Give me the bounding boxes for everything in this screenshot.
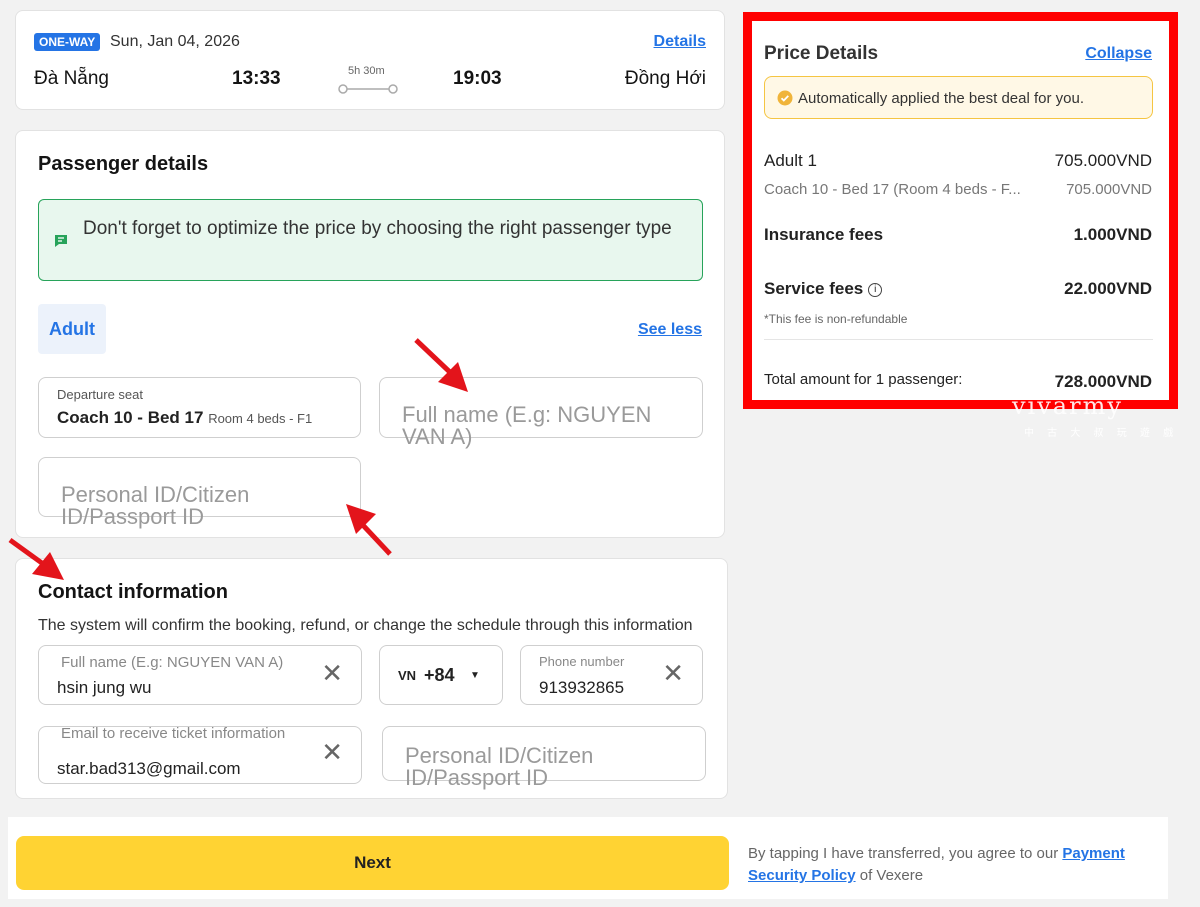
- departure-seat-field[interactable]: Departure seat Coach 10 - Bed 17 Room 4 …: [38, 377, 361, 438]
- passenger-details-card: Passenger details Don't forget to optimi…: [15, 130, 725, 538]
- trip-details-link[interactable]: Details: [654, 33, 706, 51]
- adult-price: 705.000VND: [1054, 151, 1152, 170]
- service-fee-note: *This fee is non-refundable: [764, 312, 908, 326]
- check-circle-icon: [777, 90, 793, 106]
- email-label: Email to receive ticket information: [61, 726, 286, 742]
- service-fees-price: 22.000VND: [1064, 279, 1152, 298]
- tab-adult[interactable]: Adult: [38, 304, 106, 354]
- seat-detail-price: 705.000VND: [1066, 181, 1152, 198]
- clear-name-icon[interactable]: ✕: [321, 660, 343, 686]
- price-divider: [764, 339, 1153, 340]
- contact-name-value: hsin jung wu: [57, 678, 152, 697]
- contact-name-input[interactable]: Full name (E.g: NGUYEN VAN A) hsin jung …: [38, 645, 362, 705]
- arrival-time: 19:03: [453, 68, 502, 89]
- chat-message-icon: [55, 235, 67, 247]
- trip-summary-card: ONE-WAY Sun, Jan 04, 2026 Details Đà Nẵn…: [15, 10, 725, 110]
- watermark-text: vivarmy: [1012, 392, 1123, 420]
- price-details-panel: Price Details Collapse Automatically app…: [743, 12, 1178, 409]
- insurance-fees-label: Insurance fees: [764, 225, 884, 244]
- contact-information-card: Contact information The system will conf…: [15, 558, 728, 799]
- trip-duration: 5h 30m: [348, 65, 385, 77]
- email-input[interactable]: Email to receive ticket information star…: [38, 726, 362, 784]
- email-value: star.bad313@gmail.com: [57, 759, 241, 778]
- departure-city: Đà Nẵng: [34, 68, 109, 89]
- collapse-link[interactable]: Collapse: [1085, 45, 1152, 63]
- caret-down-icon: ▼: [470, 670, 480, 681]
- contact-information-title: Contact information: [38, 581, 228, 603]
- contact-description: The system will confirm the booking, ref…: [38, 617, 693, 634]
- country-label: VN: [398, 668, 417, 683]
- full-name-placeholder: Full name (E.g: NGUYEN VAN A): [402, 402, 652, 449]
- bottom-action-bar: Next By tapping I have transferred, you …: [8, 817, 1168, 899]
- contact-id-input[interactable]: Personal ID/Citizen ID/Passport ID: [382, 726, 706, 789]
- annotation-arrow-icon: [346, 504, 392, 556]
- country-code-value: +84: [424, 665, 455, 685]
- tip-text: Don't forget to optimize the price by ch…: [83, 218, 672, 239]
- one-way-badge: ONE-WAY: [34, 33, 101, 51]
- phone-number-value: 913932865: [539, 678, 625, 697]
- passenger-type-tip: Don't forget to optimize the price by ch…: [38, 199, 703, 281]
- passenger-details-title: Passenger details: [38, 153, 209, 175]
- annotation-arrow-icon: [414, 338, 468, 392]
- passenger-id-input[interactable]: Personal ID/Citizen ID/Passport ID: [38, 457, 361, 528]
- contact-name-label: Full name (E.g: NGUYEN VAN A): [61, 654, 284, 671]
- trip-date: Sun, Jan 04, 2026: [110, 33, 240, 50]
- price-details-title: Price Details: [764, 43, 879, 64]
- clear-email-icon[interactable]: ✕: [321, 739, 343, 765]
- phone-number-label: Phone number: [539, 654, 625, 669]
- seat-detail-label: Coach 10 - Bed 17 (Room 4 beds - F...: [764, 181, 1021, 198]
- total-label: Total amount for 1 passenger:: [764, 371, 963, 388]
- see-less-link[interactable]: See less: [638, 321, 702, 339]
- contact-id-placeholder: Personal ID/Citizen ID/Passport ID: [405, 743, 594, 790]
- departure-seat-value: Coach 10 - Bed 17 Room 4 beds - F1: [57, 408, 313, 427]
- country-code-select[interactable]: VN +84 ▼: [379, 645, 503, 705]
- phone-number-input[interactable]: Phone number 913932865 ✕: [520, 645, 703, 705]
- info-icon[interactable]: i: [868, 283, 883, 297]
- terms-text: By tapping I have transferred, you agree…: [748, 845, 1125, 884]
- id-placeholder: Personal ID/Citizen ID/Passport ID: [61, 482, 250, 529]
- best-deal-notice: Automatically applied the best deal for …: [764, 76, 1153, 119]
- total-price: 728.000VND: [1054, 372, 1152, 391]
- next-button[interactable]: Next: [16, 836, 729, 890]
- annotation-arrow-icon: [8, 537, 64, 580]
- arrival-city: Đồng Hới: [624, 68, 706, 89]
- clear-phone-icon[interactable]: ✕: [662, 660, 684, 686]
- seat-room-detail: Room 4 beds - F1: [208, 411, 313, 426]
- insurance-fees-price: 1.000VND: [1073, 225, 1152, 244]
- departure-time: 13:33: [232, 68, 281, 89]
- departure-seat-label: Departure seat: [57, 387, 143, 402]
- service-fees-label: Service fees i: [764, 279, 883, 299]
- watermark-subtext: 中 古 大 叔 玩 遊 戲: [1024, 428, 1179, 439]
- best-deal-text: Automatically applied the best deal for …: [798, 90, 1085, 107]
- route-line-icon: [338, 84, 398, 94]
- adult-label: Adult 1: [764, 151, 817, 170]
